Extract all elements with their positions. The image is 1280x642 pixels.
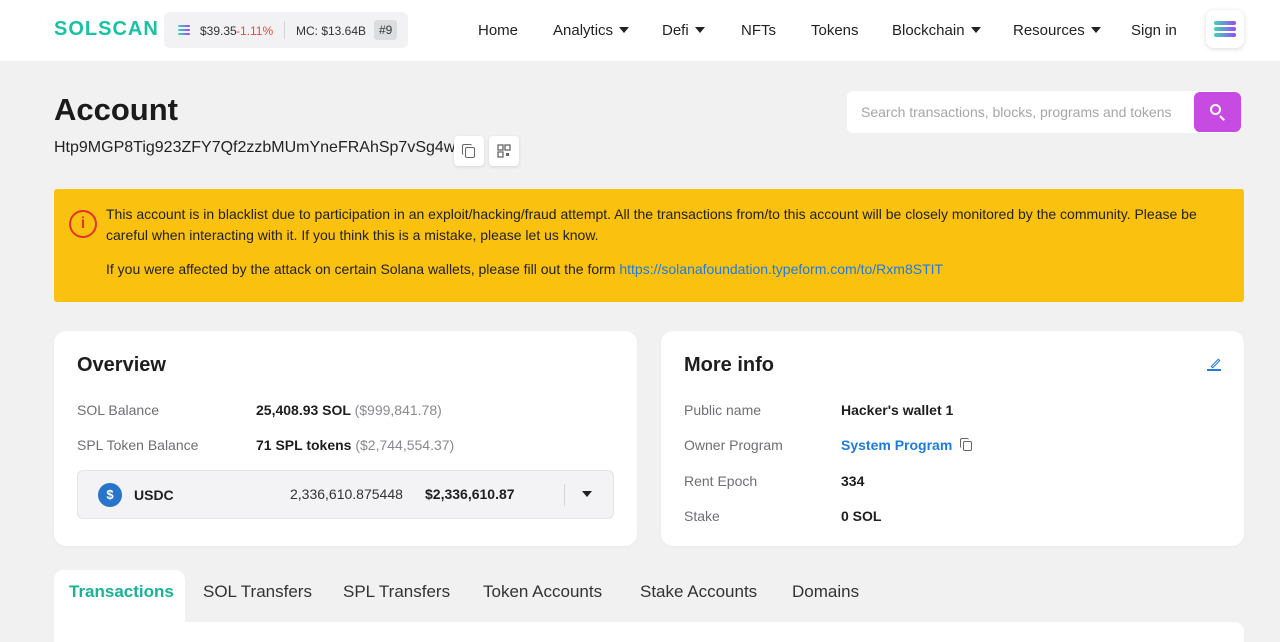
- usdc-icon: $: [98, 483, 122, 507]
- sign-in-link[interactable]: Sign in: [1131, 22, 1177, 39]
- nav-nfts-label: NFTs: [741, 22, 776, 39]
- tab-token-accounts[interactable]: Token Accounts: [483, 582, 602, 602]
- page-title: Account: [54, 92, 178, 127]
- search-bar: [847, 91, 1241, 133]
- sol-balance-amount: 25,408.93 SOL: [256, 402, 351, 418]
- spl-balance-value: 71 SPL tokens ($2,744,554.37): [256, 437, 454, 453]
- owner-program-value: System Program: [841, 437, 974, 453]
- chevron-down-icon[interactable]: [582, 491, 592, 497]
- nav-blockchain[interactable]: Blockchain: [892, 22, 981, 39]
- stake-value: 0 SOL: [841, 508, 882, 524]
- sol-price: $39.35: [200, 24, 237, 38]
- search-button[interactable]: [1194, 92, 1241, 132]
- ticker-divider: [284, 21, 285, 39]
- rent-epoch-value: 334: [841, 473, 865, 489]
- token-select-dropdown[interactable]: $ USDC 2,336,610.875448 $2,336,610.87: [77, 470, 614, 519]
- warning-form-label: If you were affected by the attack on ce…: [106, 261, 616, 277]
- copy-icon-back: [462, 144, 472, 155]
- sol-balance-usd: ($999,841.78): [354, 402, 442, 418]
- spl-balance-label: SPL Token Balance: [77, 437, 199, 453]
- network-switch-button[interactable]: [1206, 10, 1244, 48]
- warning-form-text: If you were affected by the attack on ce…: [106, 261, 943, 277]
- tab-domains[interactable]: Domains: [792, 582, 859, 602]
- caret-down-icon: [970, 27, 981, 33]
- edit-icon-pen: [1210, 358, 1221, 369]
- copy-icon[interactable]: [960, 438, 974, 452]
- price-ticker: $39.35 -1.11% MC: $13.64B #9: [164, 12, 408, 48]
- public-name-label: Public name: [684, 402, 762, 418]
- edit-icon[interactable]: [1207, 357, 1221, 371]
- tab-spl-transfers[interactable]: SPL Transfers: [343, 582, 450, 602]
- nav-home[interactable]: Home: [478, 22, 518, 39]
- tab-content-panel: [54, 622, 1244, 642]
- stake-label: Stake: [684, 508, 720, 524]
- nav-analytics-label: Analytics: [553, 22, 614, 39]
- solana-icon-bar: [1214, 33, 1236, 37]
- edit-icon-base: [1207, 369, 1221, 371]
- nav-tokens[interactable]: Tokens: [811, 22, 859, 39]
- solscan-logo[interactable]: SOLSCAN: [54, 18, 159, 41]
- rank-badge: #9: [374, 20, 398, 40]
- owner-program-label: Owner Program: [684, 437, 783, 453]
- account-tabs: Transactions SOL Transfers SPL Transfers…: [54, 570, 1244, 642]
- public-name-value: Hacker's wallet 1: [841, 402, 954, 418]
- qr-code-icon: [497, 144, 511, 158]
- nav-tokens-label: Tokens: [811, 22, 859, 39]
- nav-defi-label: Defi: [662, 22, 689, 39]
- warning-form-link[interactable]: https://solanafoundation.typeform.com/to…: [619, 261, 943, 277]
- top-navbar: SOLSCAN $39.35 -1.11% MC: $13.64B #9 Hom…: [0, 0, 1280, 61]
- search-icon-handle: [1219, 115, 1225, 121]
- nav-resources-label: Resources: [1013, 22, 1085, 39]
- account-address: Htp9MGP8Tig923ZFY7Qf2zzbMUmYneFRAhSp7vSg…: [54, 139, 475, 156]
- nav-defi[interactable]: Defi: [662, 22, 705, 39]
- search-input[interactable]: [847, 91, 1193, 133]
- copy-address-button[interactable]: [454, 136, 484, 166]
- nav-analytics[interactable]: Analytics: [553, 22, 630, 39]
- rent-epoch-label: Rent Epoch: [684, 473, 758, 489]
- solana-icon: [1214, 21, 1236, 25]
- sol-balance-value: 25,408.93 SOL ($999,841.78): [256, 402, 442, 418]
- solana-icon-bar: [1214, 27, 1236, 31]
- token-usd-value: $2,336,610.87: [425, 486, 515, 502]
- nav-nfts[interactable]: NFTs: [741, 22, 776, 39]
- token-symbol: USDC: [134, 487, 174, 503]
- overview-title: Overview: [77, 354, 166, 376]
- nav-resources[interactable]: Resources: [1013, 22, 1101, 39]
- owner-program-link[interactable]: System Program: [841, 437, 952, 453]
- market-cap: MC: $13.64B: [296, 24, 367, 38]
- sign-in-label: Sign in: [1131, 22, 1177, 39]
- tab-stake-accounts[interactable]: Stake Accounts: [640, 582, 757, 602]
- warning-icon: i: [69, 210, 97, 238]
- sol-balance-label: SOL Balance: [77, 402, 159, 418]
- caret-down-icon: [1090, 27, 1101, 33]
- search-icon: [1210, 104, 1221, 115]
- more-info-title: More info: [684, 354, 774, 376]
- caret-down-icon: [694, 27, 705, 33]
- nav-home-label: Home: [478, 22, 519, 39]
- token-amount: 2,336,610.875448: [290, 486, 403, 502]
- solana-icon: [178, 25, 190, 35]
- qr-code-button[interactable]: [489, 136, 519, 166]
- more-info-card: More info Public name Hacker's wallet 1 …: [661, 331, 1244, 546]
- caret-down-icon: [619, 27, 630, 33]
- blacklist-warning: i This account is in blacklist due to pa…: [54, 189, 1244, 302]
- sol-price-change: -1.11%: [236, 24, 274, 38]
- copy-icon-back: [960, 438, 970, 448]
- warning-text: This account is in blacklist due to part…: [106, 206, 1197, 243]
- overview-card: Overview SOL Balance 25,408.93 SOL ($999…: [54, 331, 637, 546]
- nav-blockchain-label: Blockchain: [892, 22, 965, 39]
- spl-balance-usd: ($2,744,554.37): [355, 437, 455, 453]
- tab-transactions[interactable]: Transactions: [69, 582, 174, 602]
- dropdown-divider: [564, 484, 565, 506]
- spl-balance-amount: 71 SPL tokens: [256, 437, 352, 453]
- tab-sol-transfers[interactable]: SOL Transfers: [203, 582, 312, 602]
